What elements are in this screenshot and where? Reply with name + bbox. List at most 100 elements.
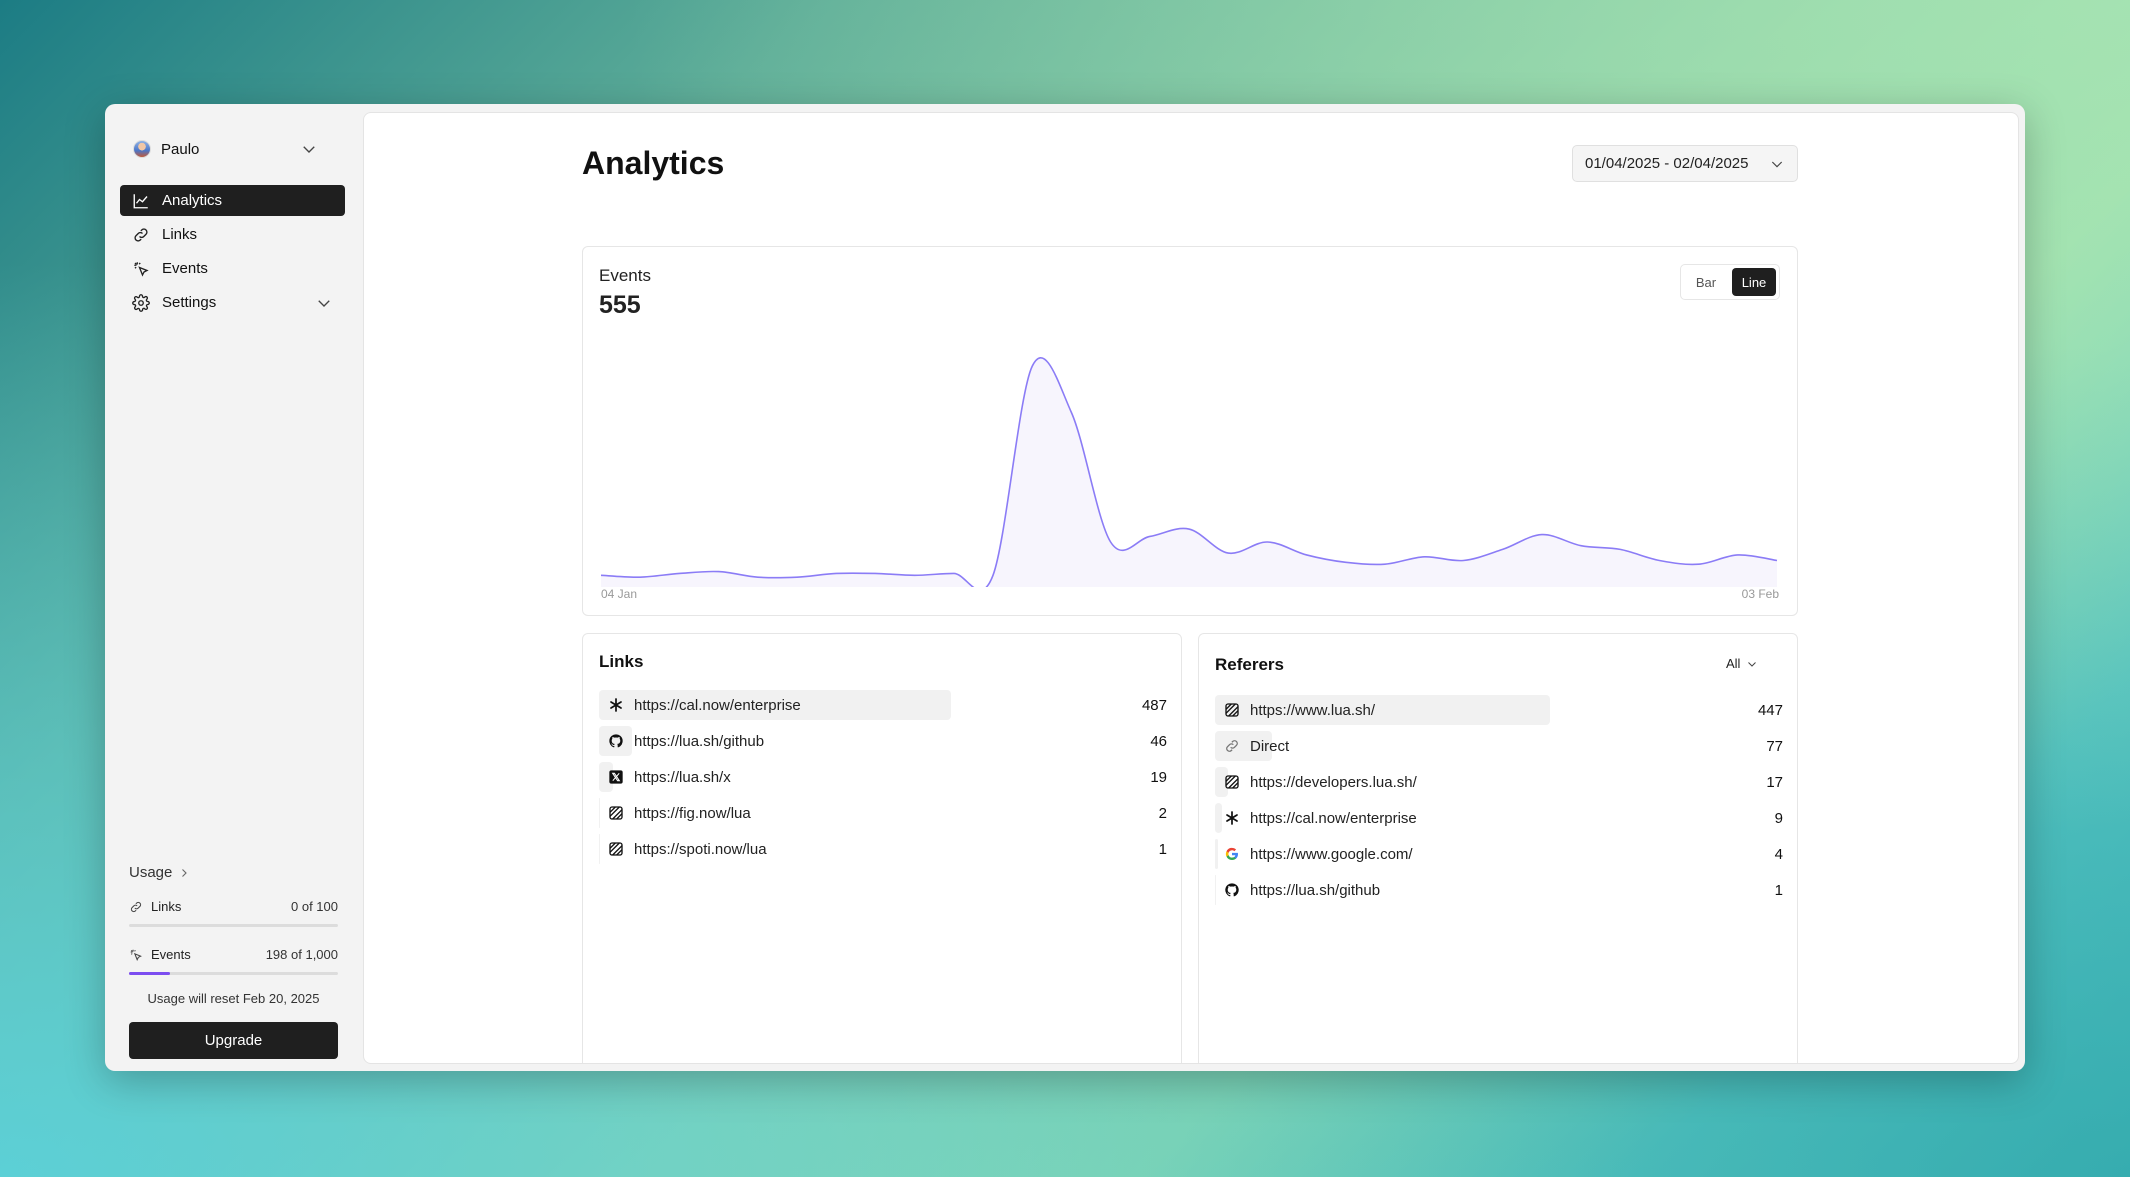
sidebar-item-label: Analytics xyxy=(162,192,223,209)
events-point-07-jan[interactable] xyxy=(715,568,723,576)
events-point-20-jan[interactable] xyxy=(1224,549,1232,557)
referers-row-bar xyxy=(1215,839,1218,869)
usage-panel: Usage Links 0 of 100 Events 198 of 1,000… xyxy=(129,864,338,1059)
events-point-02-feb[interactable] xyxy=(1734,551,1742,559)
usage-events-row: Events 198 of 1,000 xyxy=(129,947,338,962)
events-point-30-jan[interactable] xyxy=(1616,545,1624,553)
events-point-27-jan[interactable] xyxy=(1499,545,1507,553)
links-row-label: https://lua.sh/x xyxy=(634,768,731,786)
events-point-26-jan[interactable] xyxy=(1459,557,1467,565)
events-point-21-jan[interactable] xyxy=(1263,538,1271,546)
usage-reset-note: Usage will reset Feb 20, 2025 xyxy=(147,991,320,1006)
referers-row[interactable]: https://www.google.com/4 xyxy=(1215,836,1783,872)
referers-filter-value: All xyxy=(1726,656,1741,671)
usage-events-value: 198 of 1,000 xyxy=(265,947,338,962)
events-point-01-feb[interactable] xyxy=(1695,560,1703,568)
events-point-08-jan[interactable] xyxy=(754,573,762,581)
links-row[interactable]: https://lua.sh/x 19 xyxy=(599,759,1167,795)
events-point-24-jan[interactable] xyxy=(1381,560,1389,568)
chevron-down-icon xyxy=(1769,156,1785,172)
events-point-31-jan[interactable] xyxy=(1655,557,1663,565)
events-point-11-jan[interactable] xyxy=(871,569,879,577)
referers-row-label: https://www.google.com/ xyxy=(1250,845,1413,863)
referers-row[interactable]: https://cal.now/enterprise 9 xyxy=(1215,800,1783,836)
events-area-fill xyxy=(601,357,1777,587)
striped-square-icon xyxy=(606,839,626,859)
main-content: Analytics 01/04/2025 - 02/04/2025 Events… xyxy=(363,112,2019,1064)
events-point-28-jan[interactable] xyxy=(1538,531,1546,539)
referers-filter-dropdown[interactable]: All xyxy=(1726,656,1758,671)
events-point-23-jan[interactable] xyxy=(1342,558,1350,566)
toggle-bar-button[interactable]: Bar xyxy=(1684,268,1728,296)
links-row[interactable]: https://spoti.now/lua 1 xyxy=(599,831,1167,867)
link-icon xyxy=(129,900,143,914)
date-range-value: 01/04/2025 - 02/04/2025 xyxy=(1585,155,1749,172)
events-point-15-jan[interactable] xyxy=(1028,362,1036,370)
events-point-13-jan[interactable] xyxy=(950,569,958,577)
events-point-22-jan[interactable] xyxy=(1303,551,1311,559)
events-point-18-jan[interactable] xyxy=(1146,532,1154,540)
referers-title: Referers xyxy=(1215,655,1284,674)
links-row[interactable]: https://fig.now/lua 2 xyxy=(599,795,1167,831)
usage-title: Usage xyxy=(129,864,173,881)
referers-row-count: 1 xyxy=(1774,881,1783,899)
events-point-14-jan[interactable] xyxy=(989,571,997,579)
events-label: Events xyxy=(599,266,651,285)
events-point-06-jan[interactable] xyxy=(675,569,683,577)
referers-row-label: https://cal.now/enterprise xyxy=(1250,809,1417,827)
sidebar: Paulo Analytics Links Events Settings Us… xyxy=(105,104,363,1071)
sidebar-item-links[interactable]: Links xyxy=(120,219,345,250)
events-point-12-jan[interactable] xyxy=(911,571,919,579)
chevron-down-icon xyxy=(1746,658,1758,670)
links-row-count: 46 xyxy=(1150,732,1167,750)
asterisk-icon xyxy=(1222,808,1242,828)
links-row-bar xyxy=(599,834,600,864)
events-point-16-jan[interactable] xyxy=(1067,409,1075,417)
events-point-25-jan[interactable] xyxy=(1420,553,1428,561)
usage-events-progress-fill xyxy=(129,972,171,975)
toggle-line-button[interactable]: Line xyxy=(1732,268,1776,296)
sidebar-item-analytics[interactable]: Analytics xyxy=(120,185,345,216)
user-switcher[interactable]: Paulo xyxy=(133,134,318,164)
x-axis-end-label: 03 Feb xyxy=(1741,587,1779,601)
events-point-17-jan[interactable] xyxy=(1107,538,1115,546)
events-point-05-jan[interactable] xyxy=(636,573,644,581)
app-window: Paulo Analytics Links Events Settings Us… xyxy=(105,104,2025,1071)
sidebar-item-settings[interactable]: Settings xyxy=(120,287,345,318)
events-point-29-jan[interactable] xyxy=(1577,542,1585,550)
sidebar-nav: Analytics Links Events Settings xyxy=(120,185,345,321)
events-point-19-jan[interactable] xyxy=(1185,525,1193,533)
events-point-09-jan[interactable] xyxy=(793,573,801,581)
referers-row-label: https://www.lua.sh/ xyxy=(1250,701,1376,719)
referers-row-bar xyxy=(1215,803,1222,833)
date-range-picker[interactable]: 01/04/2025 - 02/04/2025 xyxy=(1572,145,1798,182)
user-name: Paulo xyxy=(161,140,200,158)
usage-links-value: 0 of 100 xyxy=(291,899,338,914)
events-point-10-jan[interactable] xyxy=(832,569,840,577)
striped-square-icon xyxy=(1222,700,1242,720)
links-row[interactable]: https://cal.now/enterprise 487 xyxy=(599,687,1167,723)
events-total: 555 xyxy=(599,291,641,319)
links-card: Links https://cal.now/enterprise 487 https… xyxy=(582,633,1182,1063)
upgrade-button[interactable]: Upgrade xyxy=(129,1022,338,1059)
referers-row-label: Direct xyxy=(1250,737,1290,755)
referers-row[interactable]: Direct 77 xyxy=(1215,728,1783,764)
links-row-count: 19 xyxy=(1150,768,1167,786)
page-title: Analytics xyxy=(582,145,725,181)
referers-row[interactable]: https://www.lua.sh/447 xyxy=(1215,692,1783,728)
asterisk-icon xyxy=(606,695,626,715)
referers-row-count: 17 xyxy=(1766,773,1783,791)
links-row-count: 1 xyxy=(1158,840,1167,858)
referers-row[interactable]: https://developers.lua.sh/17 xyxy=(1215,764,1783,800)
links-row-count: 2 xyxy=(1158,804,1167,822)
usage-link[interactable]: Usage xyxy=(129,864,338,881)
referers-row[interactable]: https://lua.sh/github 1 xyxy=(1215,872,1783,908)
referers-row-label: https://lua.sh/github xyxy=(1250,881,1381,899)
links-row[interactable]: https://lua.sh/github 46 xyxy=(599,723,1167,759)
x-logo-icon xyxy=(606,767,626,787)
chevron-down-icon xyxy=(300,140,318,158)
chart-line-icon xyxy=(132,192,150,210)
usage-events-progress xyxy=(129,972,338,975)
referers-row-count: 77 xyxy=(1766,737,1783,755)
sidebar-item-events[interactable]: Events xyxy=(120,253,345,284)
